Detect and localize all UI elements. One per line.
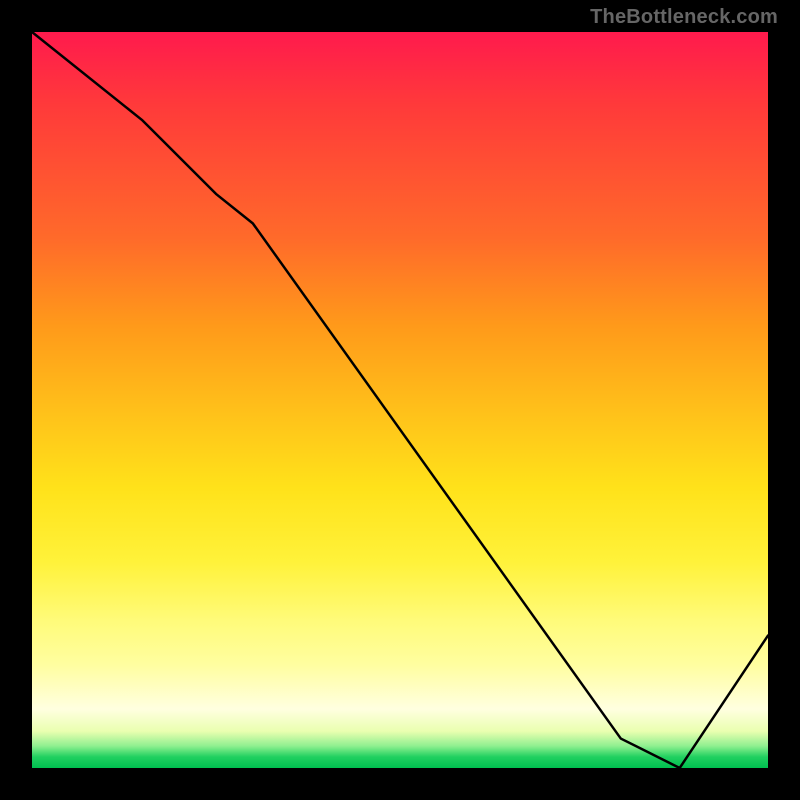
plot-area xyxy=(30,30,770,770)
data-line xyxy=(32,32,768,768)
chart-container: TheBottleneck.com xyxy=(0,0,800,800)
watermark-text: TheBottleneck.com xyxy=(590,6,778,29)
line-overlay xyxy=(32,32,768,768)
